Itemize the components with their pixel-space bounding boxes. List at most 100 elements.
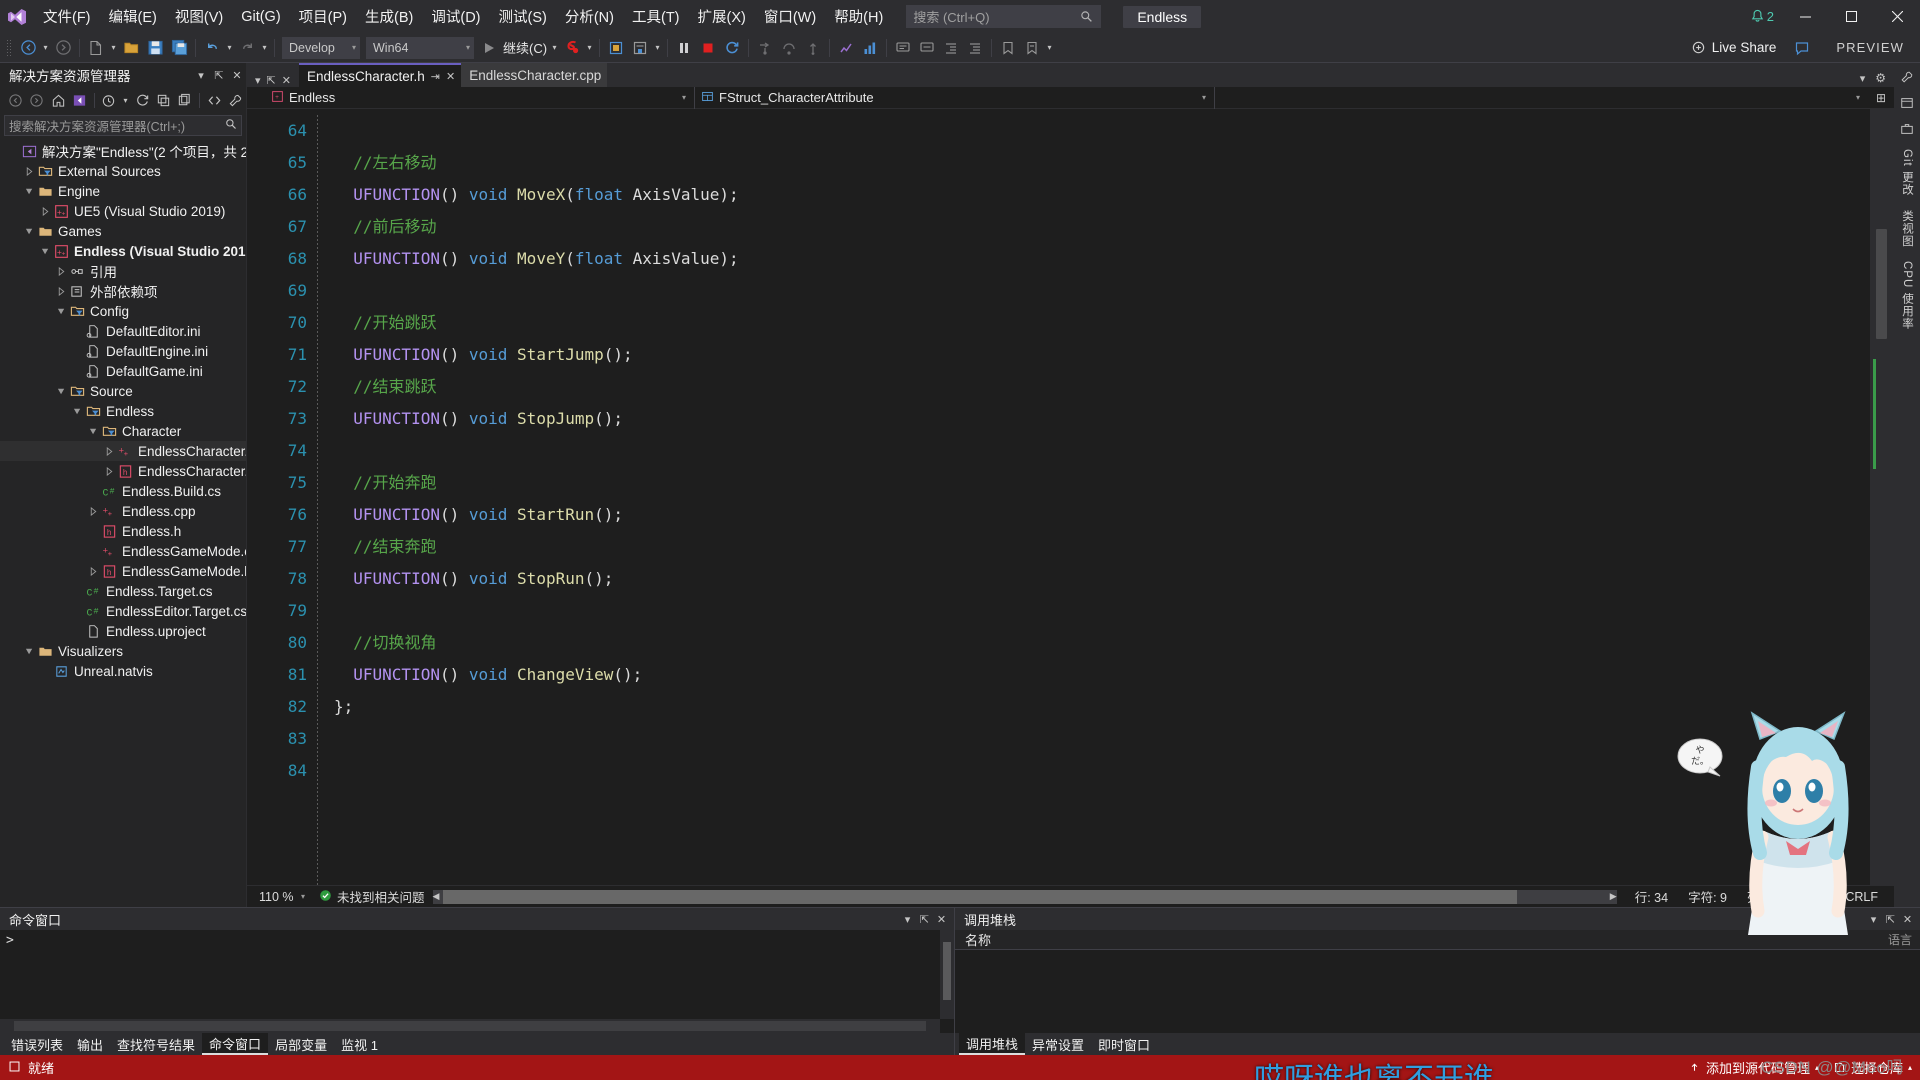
tree-twisty-15[interactable] (102, 446, 116, 456)
rail-solution-explorer-icon[interactable] (1897, 93, 1917, 113)
code-line[interactable]: UFUNCTION() void MoveY(float AxisValue); (334, 243, 1870, 275)
tree-item-unreal-natvis[interactable]: Unreal.natvis (0, 661, 246, 681)
tree-item-ue5-visual-studio-2019[interactable]: + + UE5 (Visual Studio 2019) (0, 201, 246, 221)
show-all-files-icon[interactable] (175, 90, 195, 111)
close-button[interactable] (1874, 0, 1920, 33)
refresh-icon[interactable] (132, 90, 152, 111)
bookmark-button[interactable] (996, 36, 1020, 60)
tree-twisty-7[interactable] (54, 286, 68, 296)
nav-member-select[interactable]: ▾ (1215, 87, 1868, 109)
toolbar-grip[interactable] (6, 38, 13, 57)
tree-item-endless-2-2[interactable]: 解决方案"Endless"(2 个项目，共 2 个) (0, 141, 246, 161)
editor-tab-endlesscharacter-h[interactable]: EndlessCharacter.h ⇥ ✕ (298, 63, 462, 87)
rail-label-2[interactable]: CPU 使用率 (1899, 257, 1915, 334)
code-line[interactable] (334, 115, 1870, 147)
tree-item-defaulteditor-ini[interactable]: DefaultEditor.ini (0, 321, 246, 341)
code-line[interactable] (334, 723, 1870, 755)
hscroll-right-arrow-icon[interactable]: ▶ (1610, 891, 1617, 902)
notifications-indicator[interactable]: 2 (1750, 9, 1774, 24)
tree-twisty-18[interactable] (86, 506, 100, 516)
code-line[interactable]: //结束奔跑 (334, 531, 1870, 563)
menu-item-analyze[interactable]: 分析(N) (556, 0, 623, 33)
code-line[interactable]: UFUNCTION() void ChangeView(); (334, 659, 1870, 691)
tree-item-endlessgamemode-h[interactable]: h EndlessGameMode.h (0, 561, 246, 581)
uncomment-selection-button[interactable] (915, 36, 939, 60)
new-file-dropdown-icon[interactable]: ▾ (108, 36, 119, 60)
code-line[interactable]: //切换视角 (334, 627, 1870, 659)
bottom-left-tab-2[interactable]: 查找符号结果 (110, 1033, 202, 1055)
rail-properties-icon[interactable] (1897, 67, 1917, 87)
bottom-left-tab-5[interactable]: 监视 1 (334, 1033, 385, 1055)
tree-twisty-6[interactable] (54, 266, 68, 276)
code-line[interactable]: //结束跳跃 (334, 371, 1870, 403)
forward-icon[interactable] (26, 90, 46, 111)
tree-twisty-3[interactable] (38, 206, 52, 216)
bottom-left-tab-1[interactable]: 输出 (70, 1033, 110, 1055)
tree-item-endless-target-cs[interactable]: C # Endless.Target.cs (0, 581, 246, 601)
minimize-button[interactable] (1782, 0, 1828, 33)
tree-item-games[interactable]: Games (0, 221, 246, 241)
feedback-button[interactable] (1790, 36, 1814, 60)
menu-item-build[interactable]: 生成(B) (356, 0, 422, 33)
tree-item-endlessgamemode-cpp[interactable]: ++ EndlessGameMode.cpp (0, 541, 246, 561)
decrease-indent-button[interactable] (939, 36, 963, 60)
command-window-vscrollbar[interactable] (940, 930, 954, 1019)
tree-item-character[interactable]: Character (0, 421, 246, 441)
stop-debugging-button[interactable] (696, 36, 720, 60)
command-window-hscrollbar[interactable] (0, 1019, 940, 1033)
status-insert-mode[interactable]: 混合 (1790, 887, 1835, 906)
nav-scope-select[interactable]: FStruct_CharacterAttribute ▾ (695, 86, 1215, 109)
view-code-icon[interactable] (204, 90, 224, 111)
rail-toolbox-icon[interactable] (1897, 119, 1917, 139)
tree-twisty-13[interactable] (70, 407, 84, 416)
bottom-left-tab-4[interactable]: 局部变量 (268, 1033, 334, 1055)
command-window-prompt[interactable]: > (0, 930, 954, 951)
tree-item-endless-visual-studio-2019[interactable]: + + Endless (Visual Studio 2019) (0, 241, 246, 261)
editor-vertical-scrollbar[interactable] (1870, 109, 1894, 885)
save-all-button[interactable] (167, 36, 191, 60)
zoom-level-select[interactable]: 110 % ▾ (253, 890, 309, 904)
menu-item-file[interactable]: 文件(F) (34, 0, 100, 33)
tree-item-endless[interactable]: Endless (0, 401, 246, 421)
code-line[interactable] (334, 595, 1870, 627)
tree-item-config[interactable]: Config (0, 301, 246, 321)
solution-explorer-pin-icon[interactable]: ⇱ (210, 69, 228, 82)
navigate-backward-button[interactable] (16, 36, 40, 60)
tree-item-endlesscharacter-cpp[interactable]: ++ EndlessCharacter.cpp (0, 441, 246, 461)
hscroll-left-arrow-icon[interactable]: ◀ (433, 891, 440, 902)
pending-changes-icon[interactable] (99, 90, 119, 111)
hscroll-thumb[interactable] (442, 889, 1517, 904)
editor-settings-gear-icon[interactable]: ⚙ (1875, 71, 1886, 85)
code-line[interactable]: //左右移动 (334, 147, 1870, 179)
global-search-input[interactable]: 搜索 (Ctrl+Q) (906, 5, 1102, 28)
bottom-right-tab-1[interactable]: 异常设置 (1025, 1033, 1091, 1055)
tab-close-icon[interactable]: ✕ (446, 70, 455, 83)
hot-reload-dropdown-icon[interactable]: ▾ (584, 36, 595, 60)
solution-configuration-select[interactable]: Develop ▾ (282, 36, 360, 59)
rail-label-0[interactable]: Git 更改 (1899, 145, 1915, 200)
diagnostic-tools-button[interactable] (834, 36, 858, 60)
bottom-left-tabs[interactable]: 错误列表 输出 查找符号结果 命令窗口 局部变量 监视 1 (0, 1033, 954, 1055)
code-line[interactable]: UFUNCTION() void StartRun(); (334, 499, 1870, 531)
dock-pin-icon[interactable]: ⇱ (267, 74, 276, 87)
command-hscroll-thumb[interactable] (14, 1021, 926, 1031)
call-stack-close-icon[interactable]: ✕ (1899, 913, 1916, 926)
tree-twisty-4[interactable] (22, 227, 36, 236)
tree-twisty-1[interactable] (22, 166, 36, 176)
tree-twisty-5[interactable] (38, 247, 52, 256)
menu-item-help[interactable]: 帮助(H) (825, 0, 892, 33)
save-button[interactable] (143, 36, 167, 60)
menu-item-view[interactable]: 视图(V) (166, 0, 232, 33)
tree-twisty-12[interactable] (54, 387, 68, 396)
command-window-close-icon[interactable]: ✕ (933, 913, 950, 926)
tab-list-dropdown-icon[interactable]: ▾ (255, 74, 261, 87)
tree-item-defaultgame-ini[interactable]: DefaultGame.ini (0, 361, 246, 381)
tree-item-source[interactable]: Source (0, 381, 246, 401)
tree-item-endless-uproject[interactable]: Endless.uproject (0, 621, 246, 641)
menu-item-test[interactable]: 测试(S) (490, 0, 556, 33)
code-line[interactable]: UFUNCTION() void StopJump(); (334, 403, 1870, 435)
command-window-body[interactable]: > (0, 930, 954, 1033)
tree-twisty-21[interactable] (86, 566, 100, 576)
live-share-button[interactable]: Live Share (1691, 40, 1776, 55)
tree-item-engine[interactable]: Engine (0, 181, 246, 201)
